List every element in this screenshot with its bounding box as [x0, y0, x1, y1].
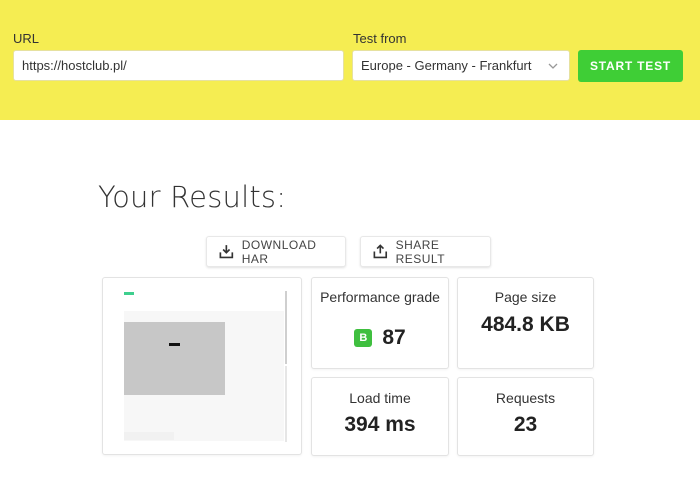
requests-label: Requests [495, 390, 556, 406]
chevron-down-icon [548, 63, 558, 69]
preview-scrollbar-track [285, 366, 287, 442]
test-location-select[interactable]: Europe - Germany - Frankfurt [352, 50, 570, 81]
preview-image-placeholder [124, 322, 225, 395]
preview-footer-bar [124, 432, 174, 440]
load-time-card: Load time 394 ms [311, 377, 449, 456]
url-label: URL [13, 31, 40, 46]
preview-dash-mark [169, 343, 180, 346]
results-title: Your Results: [98, 180, 287, 214]
download-har-button[interactable]: DOWNLOAD HAR [206, 236, 346, 267]
load-time-value: 394 ms [344, 413, 416, 436]
requests-card: Requests 23 [457, 377, 594, 456]
page-size-label: Page size [494, 289, 557, 305]
page-screenshot-preview[interactable] [102, 277, 302, 455]
download-icon [219, 245, 234, 259]
preview-loader-bar [124, 292, 134, 295]
test-location-value: Europe - Germany - Frankfurt [361, 58, 532, 73]
grade-badge: B [354, 329, 373, 347]
preview-scrollbar[interactable] [285, 291, 287, 364]
performance-score: 87 [382, 326, 406, 349]
page-size-card: Page size 484.8 KB [457, 277, 594, 369]
download-har-label: DOWNLOAD HAR [241, 237, 317, 266]
url-input[interactable] [13, 50, 344, 81]
performance-grade-label: Performance grade [320, 289, 440, 305]
test-from-label: Test from [353, 31, 407, 46]
share-result-button[interactable]: SHARE RESULT [360, 236, 491, 267]
requests-value: 23 [513, 413, 538, 436]
load-time-label: Load time [349, 390, 411, 406]
share-result-label: SHARE RESULT [395, 237, 446, 266]
performance-grade-row: B 87 [312, 326, 448, 350]
performance-grade-card: Performance grade B 87 [311, 277, 449, 369]
start-test-button[interactable]: START TEST [578, 50, 683, 82]
share-icon [373, 244, 388, 259]
page-size-value: 484.8 KB [481, 313, 570, 336]
